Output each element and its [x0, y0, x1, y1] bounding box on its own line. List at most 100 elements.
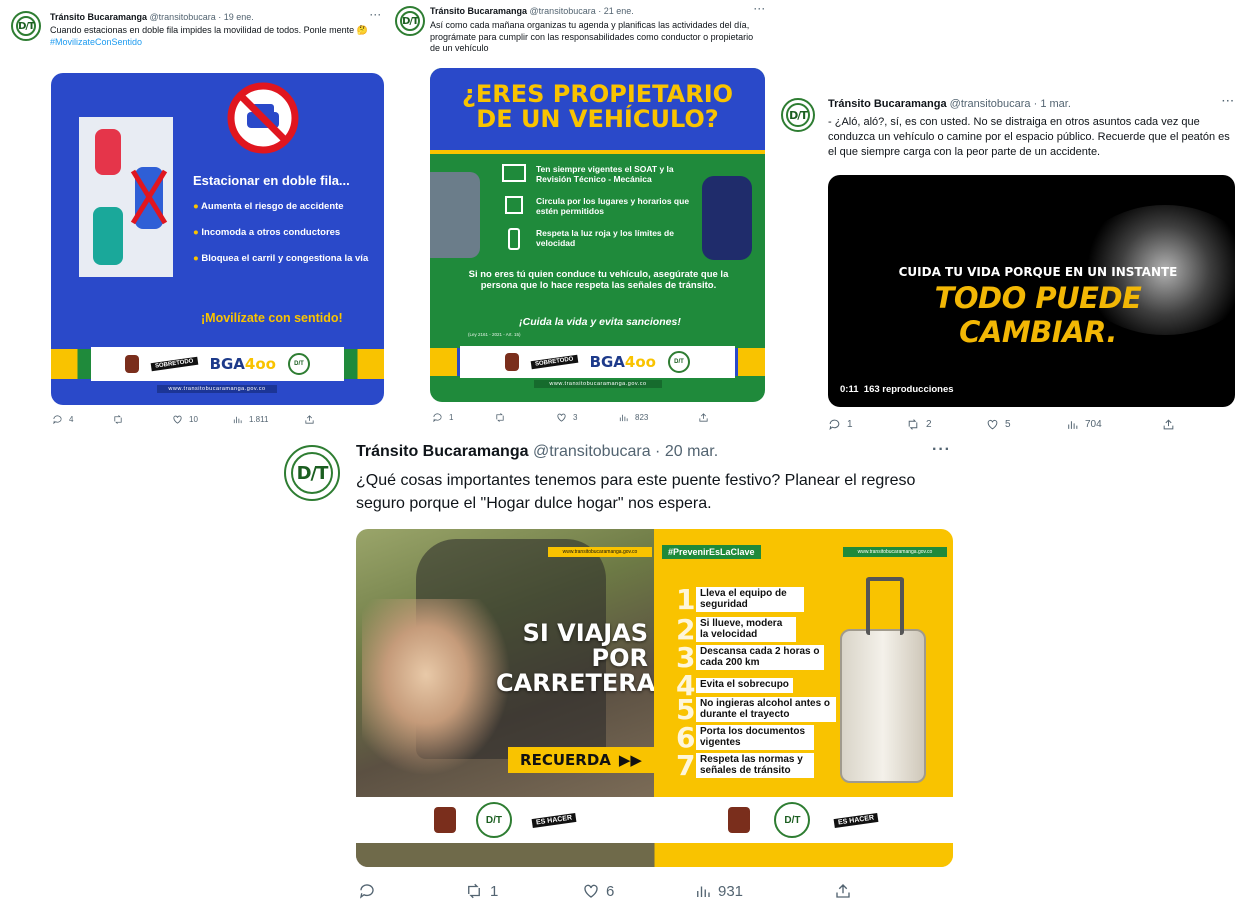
- avatar[interactable]: D/T: [284, 445, 340, 501]
- share-button[interactable]: [834, 882, 852, 900]
- more-options-button[interactable]: ···: [932, 441, 951, 459]
- reply-button[interactable]: 1: [432, 412, 494, 423]
- views-button[interactable]: 823: [618, 412, 698, 423]
- recuerda-banner: RECUERDA ▶▶: [508, 747, 654, 773]
- reply-icon: [53, 415, 62, 425]
- tweet-2[interactable]: D/T Tránsito Bucaramanga @transitobucara…: [392, 0, 776, 437]
- author-handle[interactable]: @transitobucara: [533, 443, 651, 460]
- traffic-light-icon: [508, 228, 520, 250]
- author-name[interactable]: Tránsito Bucaramanga: [356, 443, 529, 460]
- logo-band-left: D/T ES HACER: [356, 797, 654, 843]
- share-icon: [305, 415, 314, 424]
- fast-forward-icon: ▶▶: [618, 751, 642, 769]
- like-icon: [987, 419, 998, 430]
- hashtag-link[interactable]: #MovilizateConSentido: [50, 37, 142, 47]
- tweet-text-body: Cuando estacionas en doble fila impides …: [50, 25, 368, 35]
- share-button[interactable]: [698, 412, 709, 423]
- suitcase-handle: [866, 577, 904, 635]
- tweet-1[interactable]: D/T Tránsito Bucaramanga @transitobucara…: [0, 0, 392, 437]
- separator: ·: [1033, 98, 1038, 110]
- share-button[interactable]: [1162, 418, 1175, 431]
- reply-icon: [359, 884, 374, 899]
- tweet-media-image[interactable]: SI VIAJAS POR CARRETERA RECUERDA ▶▶ www.t…: [356, 529, 953, 867]
- video-line-2: TODO PUEDE CAMBIAR.: [934, 281, 1142, 349]
- like-icon: [584, 884, 598, 898]
- tweet-date[interactable]: 21 ene.: [604, 6, 634, 16]
- reply-button[interactable]: [358, 882, 464, 900]
- car-teal-icon: [93, 207, 123, 265]
- avatar-logo-text: D/T: [18, 20, 35, 32]
- transito-logo-icon: D/T: [667, 351, 690, 373]
- sobretodo-logo: ES HACER: [531, 812, 577, 828]
- car-red-icon: [95, 129, 121, 175]
- media-cta: ¡Movilízate con sentido!: [201, 311, 343, 325]
- reply-button[interactable]: 4: [52, 414, 112, 425]
- author-handle[interactable]: @transitobucara: [530, 6, 596, 16]
- sobretodo-logo: ES HACER: [833, 812, 880, 828]
- like-button[interactable]: 6: [582, 882, 694, 900]
- law-note: (Ley 2161 - 2021 - Art. 15): [468, 332, 521, 337]
- url-pill: www.transitobucaramanga.gov.co: [548, 547, 652, 557]
- tweet-video[interactable]: CUIDA TU VIDA PORQUE EN UN INSTANTE TODO…: [828, 175, 1235, 407]
- retweet-button[interactable]: 2: [906, 418, 986, 431]
- suitcase-illustration: [840, 577, 926, 783]
- more-options-button[interactable]: ···: [370, 10, 382, 20]
- tweet-date[interactable]: 20 mar.: [665, 443, 718, 460]
- tweet-text: Así como cada mañana organizas tu agenda…: [430, 20, 754, 54]
- avatar-logo-text: D/T: [789, 108, 808, 122]
- logo-band: SOBRETODO BGA4oo D/T: [91, 347, 344, 381]
- more-options-button[interactable]: ···: [1222, 96, 1235, 107]
- separator: ·: [655, 443, 661, 460]
- city-seal-icon: [433, 807, 456, 833]
- like-count: 6: [606, 882, 615, 900]
- media-cta: ¡Cuida la vida y evita sanciones!: [519, 316, 681, 328]
- author-name[interactable]: Tránsito Bucaramanga: [430, 6, 527, 16]
- tweet-media-image[interactable]: Estacionar en doble fila... ● Aumenta el…: [51, 73, 384, 405]
- author-name[interactable]: Tránsito Bucaramanga: [50, 12, 147, 22]
- author-handle[interactable]: @transitobucara: [950, 98, 1031, 110]
- author-handle[interactable]: @transitobucara: [150, 12, 216, 22]
- tweet-4[interactable]: D/T Tránsito Bucaramanga @transitobucara…: [270, 437, 975, 917]
- retweet-button[interactable]: [112, 414, 172, 425]
- tweet-3[interactable]: D/T Tránsito Bucaramanga @transitobucara…: [776, 88, 1236, 438]
- motorcycle-illustration: [702, 176, 752, 260]
- tweet-actions: 4 10 1.811: [52, 414, 315, 425]
- views-button[interactable]: 931: [694, 882, 834, 900]
- media-bullets: ● Aumenta el riesgo de accidente ● Incom…: [193, 201, 373, 264]
- avatar[interactable]: D/T: [395, 6, 425, 36]
- checklist-item: 1 Lleva el equipo de seguridad: [676, 583, 804, 616]
- avatar[interactable]: D/T: [781, 98, 815, 132]
- retweet-button[interactable]: 1: [464, 882, 582, 900]
- views-button[interactable]: 704: [1066, 418, 1162, 431]
- checklist-hashtag: #PrevenirEsLaClave: [662, 545, 761, 559]
- url-pill: www.transitobucaramanga.gov.co: [843, 547, 947, 557]
- reply-icon: [433, 413, 442, 423]
- calendar-icon: [505, 196, 523, 214]
- share-button[interactable]: [304, 414, 315, 425]
- like-count: 3: [573, 413, 578, 422]
- more-options-button[interactable]: ···: [754, 4, 766, 14]
- tweet-media-image[interactable]: ¿ERES PROPIETARIO DE UN VEHÍCULO? Ten si…: [430, 68, 765, 402]
- city-seal-icon: [728, 807, 751, 833]
- like-button[interactable]: 5: [986, 418, 1066, 431]
- reply-button[interactable]: 1: [828, 418, 906, 431]
- retweet-count: 1: [490, 882, 499, 900]
- author-name[interactable]: Tránsito Bucaramanga: [828, 98, 947, 110]
- item-row: Circula por los lugares y horarios que e…: [502, 196, 692, 216]
- media-headline: ¿ERES PROPIETARIO DE UN VEHÍCULO?: [461, 80, 734, 134]
- avatar-logo-text: D/T: [402, 15, 419, 27]
- views-button[interactable]: 1.811: [232, 414, 304, 425]
- tweet-date[interactable]: 19 ene.: [224, 12, 254, 22]
- tweet-date[interactable]: 1 mar.: [1040, 98, 1071, 110]
- avatar[interactable]: D/T: [11, 11, 41, 41]
- tweet-header: Tránsito Bucaramanga @transitobucara · 2…: [430, 6, 634, 16]
- tweet-header: Tránsito Bucaramanga @transitobucara · 2…: [356, 443, 718, 461]
- media-heading: Estacionar en doble fila...: [193, 173, 350, 188]
- retweet-button[interactable]: [494, 412, 556, 423]
- views-icon: [619, 414, 628, 422]
- video-plays: 163 reproducciones: [863, 384, 954, 395]
- like-button[interactable]: 10: [172, 414, 232, 425]
- like-icon: [173, 415, 182, 424]
- media-items: Ten siempre vigentes el SOAT y la Revisi…: [502, 164, 692, 250]
- like-button[interactable]: 3: [556, 412, 618, 423]
